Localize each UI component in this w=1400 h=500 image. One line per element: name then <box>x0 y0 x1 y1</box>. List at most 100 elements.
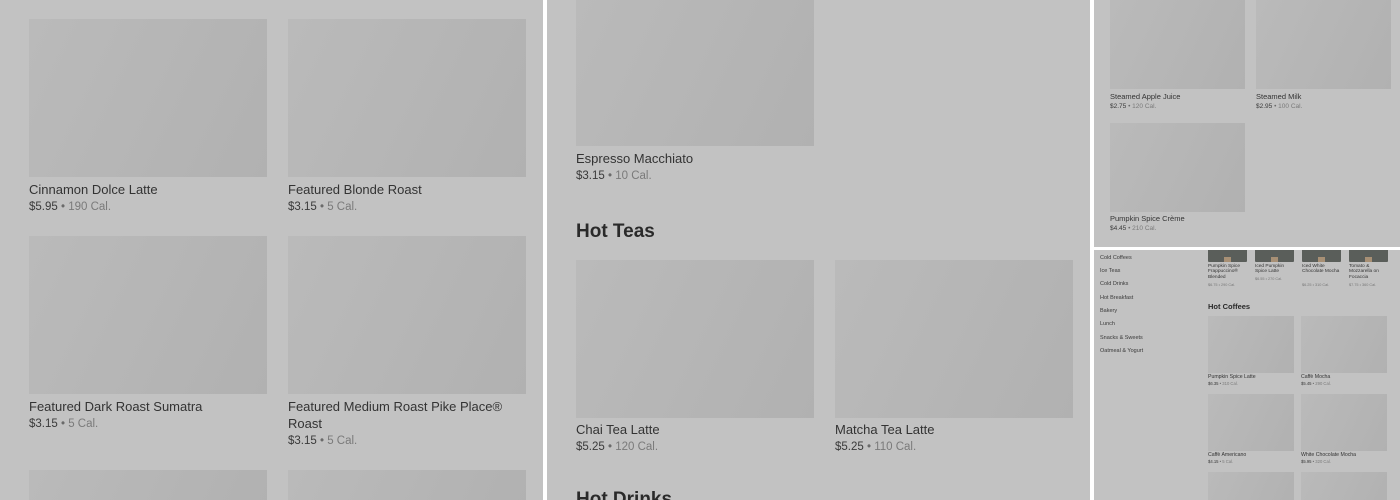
product-name[interactable]: Featured Blonde Roast <box>288 182 422 197</box>
featured-thumbnail[interactable] <box>1208 250 1247 262</box>
product-price-line: $2.75 • 120 Cal. <box>1110 103 1156 110</box>
sidebar-item-lunch[interactable]: Lunch <box>1100 321 1115 327</box>
featured-calories: 310 Cal. <box>1314 283 1330 287</box>
separator-dot: • <box>57 418 69 430</box>
product-name-line-1[interactable]: Featured Medium Roast Pike Place® <box>288 399 502 414</box>
menu-panel-top-right: Steamed Apple Juice $2.75 • 120 Cal. Ste… <box>1094 0 1400 247</box>
product-name[interactable]: Matcha Tea Latte <box>835 422 935 437</box>
separator-dot: • <box>57 201 69 213</box>
featured-name[interactable]: Pumpkin Spice Frappuccino® Blended <box>1208 264 1248 280</box>
product-price: $5.95 <box>29 201 58 213</box>
product-calories: 210 Cal. <box>1132 225 1157 232</box>
product-name[interactable]: Caffè Americano <box>1208 452 1246 458</box>
separator-dot: • <box>316 435 328 447</box>
product-image[interactable] <box>576 0 814 146</box>
featured-price-line: $7.75 • 360 Cal. <box>1349 283 1377 287</box>
product-name[interactable]: Espresso Macchiato <box>576 151 693 166</box>
sidebar-item-snacks-sweets[interactable]: Snacks & Sweets <box>1100 335 1143 341</box>
sidebar-item-cold-drinks[interactable]: Cold Drinks <box>1100 281 1128 287</box>
product-name[interactable]: Featured Dark Roast Sumatra <box>29 399 202 414</box>
product-image[interactable] <box>1110 123 1245 212</box>
sidebar-item-oatmeal-yogurt[interactable]: Oatmeal & Yogurt <box>1100 348 1143 354</box>
featured-price: $6.55 <box>1255 277 1265 281</box>
product-calories: 100 Cal. <box>1278 103 1303 110</box>
product-name[interactable]: Pumpkin Spice Crème <box>1110 214 1185 223</box>
product-image-partial[interactable] <box>29 470 267 500</box>
product-calories: 10 Cal. <box>615 170 652 182</box>
product-price-line: $5.25 • 120 Cal. <box>576 441 658 453</box>
sidebar-item-cold-coffees[interactable]: Cold Coffees <box>1100 255 1132 261</box>
featured-price: $6.75 <box>1208 283 1218 287</box>
sidebar-item-bakery[interactable]: Bakery <box>1100 308 1117 314</box>
featured-name[interactable]: Tomato & Mozzarella on Focaccia <box>1349 264 1389 280</box>
separator-dot: • <box>604 441 616 453</box>
product-image[interactable] <box>1301 394 1387 451</box>
menu-panel-middle: Espresso Macchiato $3.15 • 10 Cal. Hot T… <box>547 0 1090 500</box>
product-image[interactable] <box>835 260 1073 418</box>
product-image[interactable] <box>1256 0 1391 89</box>
product-image[interactable] <box>576 260 814 418</box>
menu-panel-left: Cinnamon Dolce Latte $5.95 • 190 Cal. Fe… <box>0 0 543 500</box>
product-name[interactable]: Chai Tea Latte <box>576 422 660 437</box>
featured-name[interactable]: Iced Pumpkin Spice Latte <box>1255 264 1295 275</box>
product-price: $5.95 <box>1301 459 1312 464</box>
product-price: $2.95 <box>1256 103 1273 110</box>
product-price-line: $3.15 • 5 Cal. <box>29 418 98 430</box>
menu-panel-bottom-right: Cold Coffees Ice Teas Cold Drinks Hot Br… <box>1094 250 1400 500</box>
product-calories: 5 Cal. <box>327 435 358 447</box>
product-price-line: $3.15 • 10 Cal. <box>576 170 652 182</box>
product-name[interactable]: Steamed Milk <box>1256 92 1301 101</box>
product-price-line: $5.95 • 320 Cal. <box>1301 459 1331 464</box>
separator-dot: • <box>316 201 328 213</box>
product-price-line: $4.45 • 210 Cal. <box>1110 225 1156 232</box>
product-image-partial[interactable] <box>1301 472 1387 500</box>
product-name[interactable]: White Chocolate Mocha <box>1301 452 1356 458</box>
product-price: $3.15 <box>288 435 317 447</box>
separator-dot: • <box>604 170 616 182</box>
product-price-line: $3.15 • 5 Cal. <box>288 435 357 447</box>
product-image[interactable] <box>1110 0 1245 89</box>
featured-thumbnail[interactable] <box>1255 250 1294 262</box>
featured-name[interactable]: Iced White Chocolate Mocha <box>1302 264 1342 275</box>
product-name[interactable]: Caffè Mocha <box>1301 374 1330 380</box>
sidebar-item-hot-breakfast[interactable]: Hot Breakfast <box>1100 295 1133 301</box>
featured-calories: 360 Cal. <box>1361 283 1377 287</box>
product-calories: 310 Cal. <box>1222 381 1238 386</box>
product-calories: 120 Cal. <box>615 441 659 453</box>
product-image-partial[interactable] <box>1208 472 1294 500</box>
product-price-line: $3.15 • 5 Cal. <box>288 201 357 213</box>
product-image[interactable] <box>1208 394 1294 451</box>
separator-dot: • <box>863 441 875 453</box>
product-name[interactable]: Steamed Apple Juice <box>1110 92 1180 101</box>
product-image[interactable] <box>288 236 526 394</box>
featured-thumbnail[interactable] <box>1349 250 1388 262</box>
featured-price-line: $6.55 • 270 Cal. <box>1255 277 1283 281</box>
product-price: $4.15 <box>1208 459 1219 464</box>
product-image[interactable] <box>29 19 267 177</box>
product-calories: 5 Cal. <box>327 201 358 213</box>
product-price-line: $2.95 • 100 Cal. <box>1256 103 1302 110</box>
product-price-line: $5.45 • 290 Cal. <box>1301 381 1331 386</box>
product-image[interactable] <box>1208 316 1294 373</box>
product-price: $5.25 <box>576 441 605 453</box>
featured-price: $7.75 <box>1349 283 1359 287</box>
product-calories: 290 Cal. <box>1315 381 1331 386</box>
product-price-line: $5.25 • 110 Cal. <box>835 441 916 453</box>
sidebar-item-ice-teas[interactable]: Ice Teas <box>1100 268 1120 274</box>
product-name[interactable]: Cinnamon Dolce Latte <box>29 182 158 197</box>
product-price-line: $6.35 • 310 Cal. <box>1208 381 1238 386</box>
product-image[interactable] <box>288 19 526 177</box>
product-name[interactable]: Pumpkin Spice Latte <box>1208 374 1256 380</box>
featured-calories: 270 Cal. <box>1267 277 1283 281</box>
product-calories: 190 Cal. <box>68 201 112 213</box>
featured-price: $6.25 <box>1302 283 1312 287</box>
featured-calories: 290 Cal. <box>1220 283 1236 287</box>
product-price: $5.25 <box>835 441 864 453</box>
product-image-partial[interactable] <box>288 470 526 500</box>
featured-thumbnail[interactable] <box>1302 250 1341 262</box>
product-name-line-2[interactable]: Roast <box>288 416 322 431</box>
product-price: $5.45 <box>1301 381 1312 386</box>
product-image[interactable] <box>1301 316 1387 373</box>
product-price: $2.75 <box>1110 103 1127 110</box>
product-image[interactable] <box>29 236 267 394</box>
